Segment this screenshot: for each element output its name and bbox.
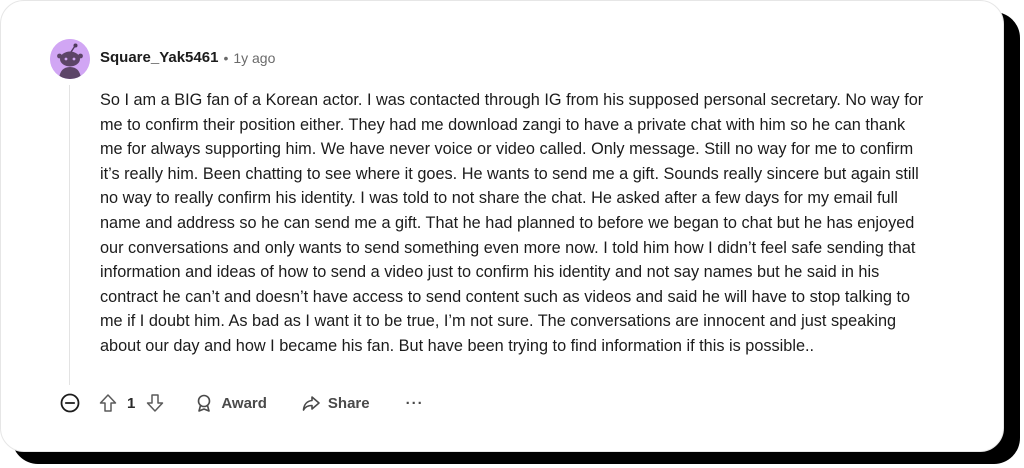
comment-header: Square_Yak5461 • 1y ago xyxy=(100,49,275,66)
share-button[interactable]: Share xyxy=(301,393,370,413)
arrow-down-icon xyxy=(147,394,164,412)
username[interactable]: Square_Yak5461 xyxy=(100,49,218,66)
comment-card: Square_Yak5461 • 1y ago So I am a BIG fa… xyxy=(0,0,1004,452)
comment-body: So I am a BIG fan of a Korean actor. I w… xyxy=(100,91,924,355)
more-options-button[interactable]: ··· xyxy=(406,395,424,412)
comment-actions: 1 Award Share ··· xyxy=(59,389,424,417)
award-button[interactable]: Award xyxy=(194,393,267,413)
vote-count: 1 xyxy=(127,394,136,412)
thread-line xyxy=(69,85,70,385)
downvote-button[interactable] xyxy=(144,392,166,414)
timestamp[interactable]: 1y ago xyxy=(233,50,275,66)
avatar[interactable] xyxy=(50,39,90,79)
comment: Square_Yak5461 • 1y ago So I am a BIG fa… xyxy=(1,1,1005,453)
separator-dot: • xyxy=(223,49,229,66)
share-icon xyxy=(302,396,320,411)
share-label: Share xyxy=(327,394,370,412)
award-label: Award xyxy=(221,394,267,412)
arrow-up-icon xyxy=(99,394,117,412)
collapse-button[interactable] xyxy=(59,392,81,414)
award-icon xyxy=(198,394,211,412)
snoo-avatar-icon xyxy=(50,39,90,79)
minus-circle-icon xyxy=(60,393,80,413)
upvote-button[interactable] xyxy=(97,392,119,414)
